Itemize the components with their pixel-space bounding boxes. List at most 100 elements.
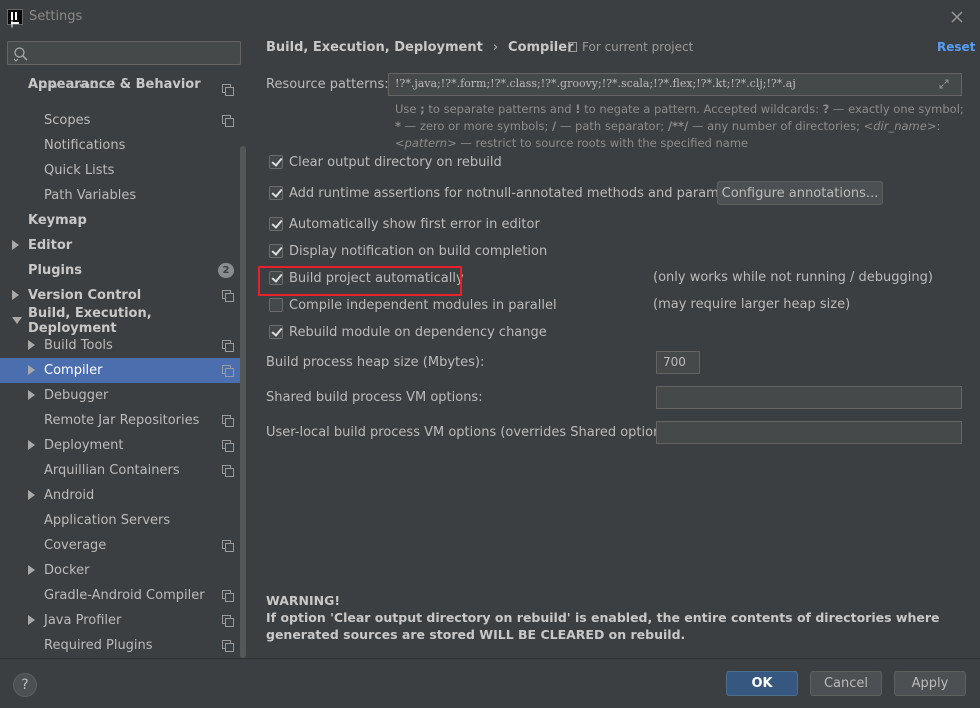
sidebar-item-label: Build Tools — [44, 338, 113, 353]
sidebar-item-quick-lists[interactable]: Quick Lists — [0, 158, 240, 183]
sidebar-item-plugins[interactable]: Plugins 2 — [0, 258, 240, 283]
sidebar-item-label: Path Variables — [44, 188, 137, 203]
sidebar-item-label: Quick Lists — [44, 163, 115, 178]
search-icon — [13, 47, 28, 62]
sidebar-item-docker[interactable]: Docker — [0, 558, 240, 583]
project-scope-icon — [222, 440, 234, 452]
chevron-right-icon[interactable] — [28, 340, 35, 350]
chevron-right-icon[interactable] — [28, 490, 35, 500]
close-icon[interactable] — [948, 8, 966, 26]
sidebar-item-compiler[interactable]: Compiler — [0, 358, 240, 383]
clear-output-label: Clear output directory on rebuild — [289, 154, 502, 170]
heap-size-field[interactable]: 700 — [656, 351, 700, 374]
sidebar-item-build-execution-deployment[interactable]: Build, Execution, Deployment — [0, 306, 240, 336]
scope-indicator: For current project — [568, 40, 693, 54]
sidebar-item-gradle-android-compiler[interactable]: Gradle-Android Compiler — [0, 583, 240, 608]
reset-link[interactable]: Reset — [937, 40, 975, 54]
sidebar-item-label: Compiler — [44, 363, 103, 378]
sidebar-item-debugger[interactable]: Debugger — [0, 383, 240, 408]
local-vm-options-field[interactable] — [656, 421, 962, 444]
title-bar: Settings — [0, 0, 980, 34]
sidebar-item-scopes[interactable]: Scopes — [0, 108, 240, 133]
sidebar-item-notifications[interactable]: Notifications — [0, 133, 240, 158]
expand-icon[interactable] — [939, 79, 949, 89]
sidebar-item-editor[interactable]: Editor — [0, 233, 240, 258]
resource-patterns-field[interactable]: !?*.java;!?*.form;!?*.class;!?*.groovy;!… — [388, 73, 962, 96]
sidebar-item-label: Keymap — [28, 213, 87, 228]
shared-vm-options-field[interactable] — [656, 386, 962, 409]
sidebar-item-file-colors[interactable]: File Colors — [0, 84, 240, 96]
project-scope-icon — [222, 615, 234, 627]
help-button[interactable]: ? — [13, 673, 37, 697]
build-notification-checkbox-row[interactable]: Display notification on build completion — [269, 241, 547, 261]
sidebar-item-build-tools[interactable]: Build Tools — [0, 333, 240, 358]
runtime-assertions-checkbox-row[interactable]: Add runtime assertions for notnull-annot… — [269, 183, 752, 203]
sidebar-item-label: Deployment — [44, 438, 124, 453]
build-notification-checkbox[interactable] — [269, 244, 283, 258]
sidebar-item-label: Java Profiler — [44, 613, 122, 628]
sidebar-item-keymap[interactable]: Keymap — [0, 208, 240, 233]
apply-button[interactable]: Apply — [894, 671, 966, 696]
clear-output-checkbox-row[interactable]: Clear output directory on rebuild — [269, 152, 502, 172]
highlight-annotation — [258, 266, 462, 296]
sidebar-item-deployment[interactable]: Deployment — [0, 433, 240, 458]
breadcrumb-separator: › — [492, 40, 499, 55]
shared-vm-options-label: Shared build process VM options: — [266, 390, 483, 405]
hint-key: /**/ — [667, 119, 689, 133]
sidebar-item-java-profiler[interactable]: Java Profiler — [0, 608, 240, 633]
sidebar-item-version-control[interactable]: Version Control — [0, 283, 240, 308]
chevron-right-icon[interactable] — [28, 390, 35, 400]
warning-text: If option 'Clear output directory on reb… — [266, 610, 940, 642]
hint-text: — restrict to source roots with the spec… — [456, 136, 749, 150]
hint-text: to negate a pattern. Accepted wildcards: — [580, 102, 823, 116]
chevron-right-icon[interactable] — [12, 290, 19, 300]
chevron-right-icon[interactable] — [28, 615, 35, 625]
resource-patterns-hint: Use ; to separate patterns and ! to nega… — [395, 101, 965, 152]
sidebar-scrollbar[interactable] — [240, 146, 246, 658]
sidebar-item-label: Gradle-Android Compiler — [44, 588, 205, 603]
cancel-button[interactable]: Cancel — [810, 671, 882, 696]
hint-placeholder: <pattern> — [395, 136, 457, 150]
breadcrumb: Build, Execution, Deployment › Compiler — [266, 40, 574, 55]
plugins-update-badge: 2 — [218, 263, 234, 278]
chevron-right-icon[interactable] — [28, 440, 35, 450]
settings-search-input[interactable] — [34, 44, 234, 62]
hint-text: to separate patterns and — [424, 102, 576, 116]
ok-button[interactable]: OK — [726, 671, 798, 696]
build-notification-label: Display notification on build completion — [289, 243, 548, 259]
runtime-assertions-checkbox[interactable] — [269, 186, 283, 200]
project-scope-icon — [222, 415, 234, 427]
sidebar-item-coverage[interactable]: Coverage — [0, 533, 240, 558]
sidebar-item-application-servers[interactable]: Application Servers — [0, 508, 240, 533]
breadcrumb-parent: Build, Execution, Deployment — [266, 40, 483, 55]
sidebar-item-required-plugins[interactable]: Required Plugins — [0, 633, 240, 658]
parallel-compile-checkbox-row[interactable]: Compile independent modules in parallel — [269, 295, 557, 315]
chevron-right-icon[interactable] — [28, 565, 35, 575]
breadcrumb-current: Compiler — [508, 40, 574, 55]
rebuild-on-dependency-label: Rebuild module on dependency change — [289, 324, 547, 340]
project-scope-icon — [222, 340, 234, 352]
project-scope-icon — [222, 590, 234, 602]
parallel-compile-note: (may require larger heap size) — [653, 297, 851, 312]
settings-search[interactable] — [7, 41, 241, 65]
sidebar-item-remote-jar-repositories[interactable]: Remote Jar Repositories — [0, 408, 240, 433]
show-first-error-checkbox-row[interactable]: Automatically show first error in editor — [269, 214, 540, 234]
chevron-down-icon[interactable] — [12, 317, 22, 324]
sidebar-item-label: File Colors — [44, 84, 111, 92]
chevron-right-icon[interactable] — [12, 240, 19, 250]
window-title: Settings — [29, 9, 83, 24]
configure-annotations-button[interactable]: Configure annotations... — [717, 181, 883, 205]
rebuild-on-dependency-checkbox[interactable] — [269, 325, 283, 339]
settings-sidebar: Appearance & Behavior File Colors Scopes No… — [0, 34, 250, 658]
sidebar-item-arquillian-containers[interactable]: Arquillian Containers — [0, 458, 240, 483]
build-automatically-note: (only works while not running / debuggin… — [653, 270, 933, 285]
sidebar-item-android[interactable]: Android — [0, 483, 240, 508]
sidebar-item-path-variables[interactable]: Path Variables — [0, 183, 240, 208]
show-first-error-checkbox[interactable] — [269, 217, 283, 231]
parallel-compile-checkbox[interactable] — [269, 298, 283, 312]
rebuild-on-dependency-checkbox-row[interactable]: Rebuild module on dependency change — [269, 322, 547, 342]
clear-output-checkbox[interactable] — [269, 155, 283, 169]
chevron-right-icon[interactable] — [28, 365, 35, 375]
local-vm-options-label: User-local build process VM options (ove… — [266, 425, 678, 440]
project-scope-icon — [222, 290, 234, 302]
